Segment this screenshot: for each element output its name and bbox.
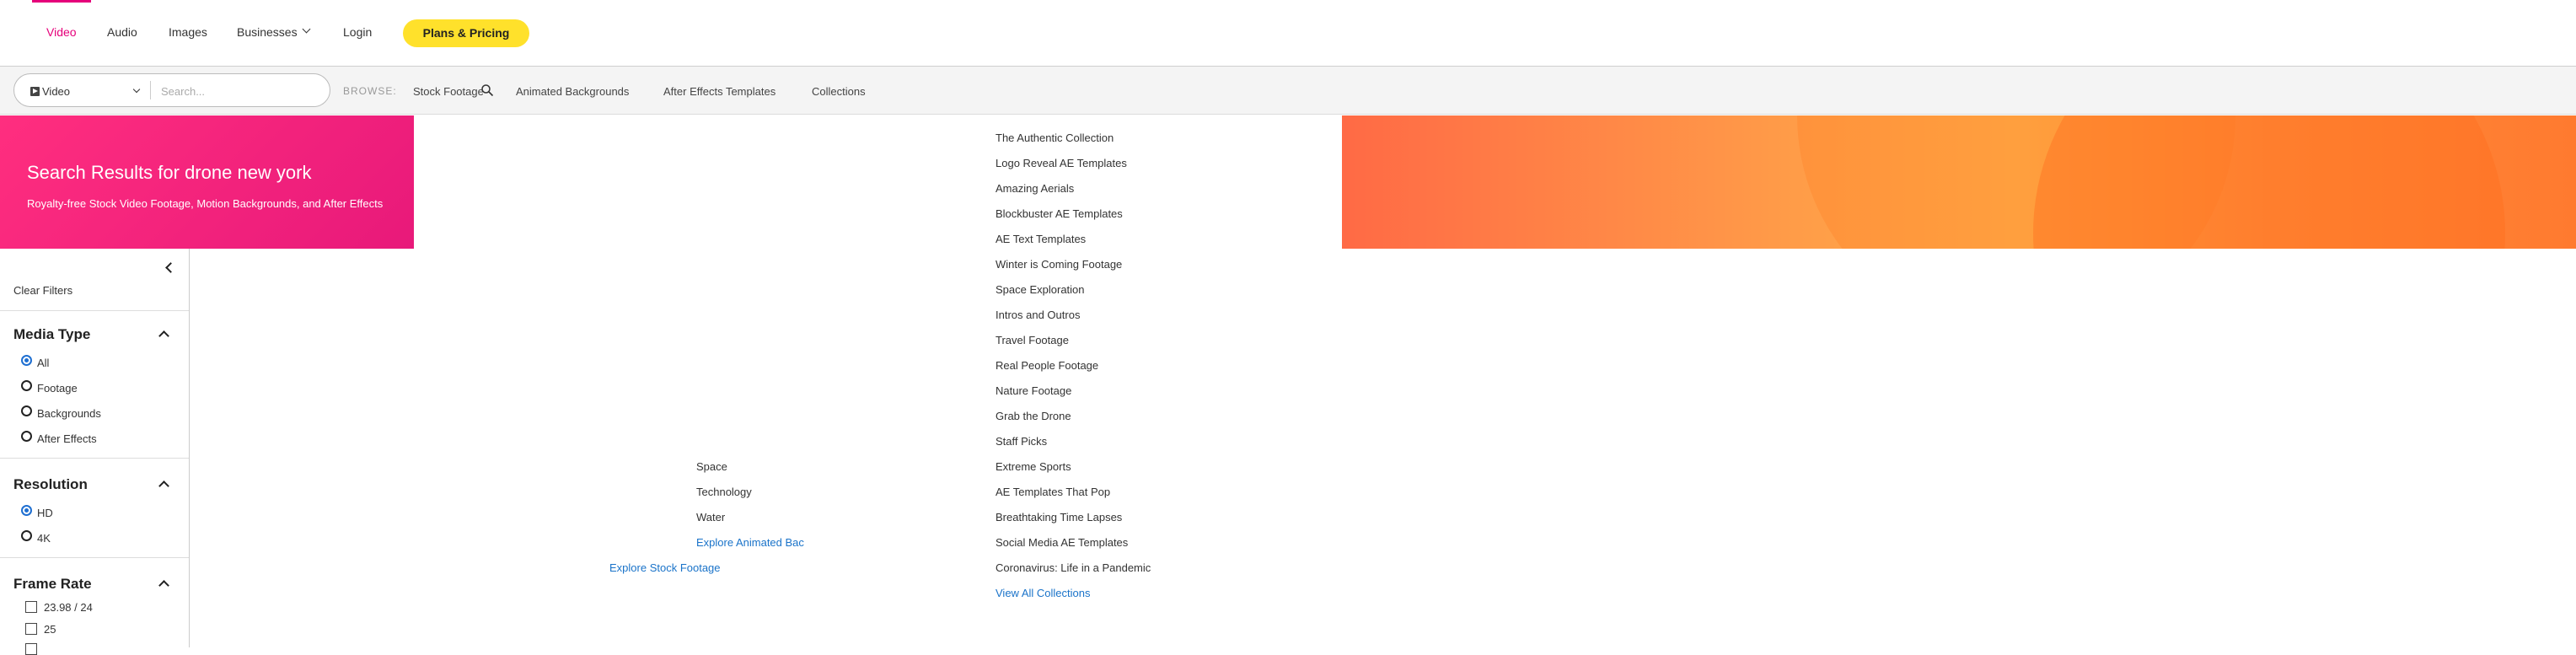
radio-label: HD bbox=[37, 507, 53, 519]
browse-label: BROWSE: bbox=[343, 85, 397, 97]
page-title: Search Results for drone new york bbox=[27, 162, 312, 183]
brand-accent-bar bbox=[32, 0, 91, 3]
filter-sidebar: Clear Filters Media Type All Footage Bac… bbox=[0, 249, 190, 655]
checkbox-25[interactable] bbox=[25, 623, 37, 635]
browse-stock-footage[interactable]: Stock Footage bbox=[413, 85, 484, 98]
page-subtitle: Royalty-free Stock Video Footage, Motion… bbox=[27, 197, 384, 210]
nav-businesses-label: Businesses bbox=[237, 25, 298, 39]
search-input[interactable] bbox=[159, 81, 323, 101]
view-all-collections-link[interactable]: View All Collections bbox=[996, 587, 1090, 599]
media-type-value: Video bbox=[42, 85, 71, 98]
collection-link[interactable]: Nature Footage bbox=[996, 384, 1071, 397]
radio-label: Backgrounds bbox=[37, 407, 101, 420]
chevron-left-icon[interactable] bbox=[165, 262, 176, 273]
menu-link-water[interactable]: Water bbox=[696, 511, 725, 523]
video-icon bbox=[30, 87, 40, 96]
collection-link[interactable]: Extreme Sports bbox=[996, 460, 1071, 473]
explore-backgrounds-link[interactable]: Explore Animated Bac bbox=[696, 536, 804, 549]
collection-link[interactable]: Blockbuster AE Templates bbox=[996, 207, 1123, 220]
checkbox-23-98[interactable] bbox=[25, 601, 37, 613]
radio-backgrounds[interactable] bbox=[21, 405, 32, 416]
pill-divider bbox=[150, 81, 151, 99]
radio-footage[interactable] bbox=[21, 380, 32, 391]
media-type-select[interactable]: Video bbox=[30, 85, 70, 98]
collection-link[interactable]: Real People Footage bbox=[996, 359, 1098, 372]
clear-filters-link[interactable]: Clear Filters bbox=[13, 284, 72, 297]
chevron-down-icon[interactable] bbox=[132, 85, 141, 94]
checkbox-label: 23.98 / 24 bbox=[44, 601, 93, 614]
collection-link[interactable]: AE Templates That Pop bbox=[996, 486, 1110, 498]
chevron-down-icon bbox=[302, 24, 311, 34]
radio-label: Footage bbox=[37, 382, 78, 395]
results-banner: Search Results for drone new york Royalt… bbox=[0, 115, 414, 249]
resolution-heading: Resolution bbox=[13, 476, 88, 492]
radio-hd[interactable] bbox=[21, 505, 32, 516]
chevron-up-icon[interactable] bbox=[158, 580, 169, 591]
collection-link[interactable]: Winter is Coming Footage bbox=[996, 258, 1122, 271]
nav-video[interactable]: Video bbox=[46, 25, 77, 39]
frame-rate-heading: Frame Rate bbox=[13, 576, 92, 592]
nav-businesses[interactable]: Businesses bbox=[237, 24, 311, 39]
radio-all[interactable] bbox=[21, 355, 32, 366]
menu-link-technology[interactable]: Technology bbox=[696, 486, 752, 498]
divider bbox=[0, 458, 189, 459]
collection-link[interactable]: Breathtaking Time Lapses bbox=[996, 511, 1122, 523]
collection-link[interactable]: The Authentic Collection bbox=[996, 132, 1114, 144]
radio-4k[interactable] bbox=[21, 530, 32, 541]
media-type-heading: Media Type bbox=[13, 326, 91, 342]
collection-link[interactable]: Coronavirus: Life in a Pandemic bbox=[996, 561, 1151, 574]
top-navigation: Video Audio Images Businesses Login Plan… bbox=[0, 0, 2576, 67]
collection-link[interactable]: Staff Picks bbox=[996, 435, 1047, 448]
nav-images[interactable]: Images bbox=[169, 25, 207, 39]
browse-after-effects-templates[interactable]: After Effects Templates bbox=[663, 85, 775, 98]
decorative-circle bbox=[2033, 115, 2505, 249]
chevron-up-icon[interactable] bbox=[158, 330, 169, 341]
radio-label: 4K bbox=[37, 532, 51, 545]
collection-link[interactable]: Logo Reveal AE Templates bbox=[996, 157, 1127, 169]
collection-link[interactable]: Intros and Outros bbox=[996, 309, 1080, 321]
nav-login[interactable]: Login bbox=[343, 25, 372, 39]
collection-link[interactable]: Grab the Drone bbox=[996, 410, 1071, 422]
browse-animated-backgrounds[interactable]: Animated Backgrounds bbox=[516, 85, 629, 98]
checkbox-label: 25 bbox=[44, 623, 56, 636]
plans-pricing-button[interactable]: Plans & Pricing bbox=[403, 19, 529, 47]
search-pill: Video bbox=[13, 73, 330, 107]
divider bbox=[0, 557, 189, 558]
nav-audio[interactable]: Audio bbox=[107, 25, 137, 39]
menu-link-space[interactable]: Space bbox=[696, 460, 727, 473]
browse-collections[interactable]: Collections bbox=[812, 85, 866, 98]
radio-label: After Effects bbox=[37, 432, 97, 445]
radio-after-effects[interactable] bbox=[21, 431, 32, 442]
collection-link[interactable]: Amazing Aerials bbox=[996, 182, 1074, 195]
search-bar: Video BROWSE: Stock Footage Animated Bac… bbox=[0, 67, 2576, 115]
explore-footage-link[interactable]: Explore Stock Footage bbox=[609, 561, 721, 574]
collection-link[interactable]: AE Text Templates bbox=[996, 233, 1086, 245]
decorative-banner bbox=[1342, 115, 2576, 249]
collection-link[interactable]: Travel Footage bbox=[996, 334, 1069, 346]
chevron-up-icon[interactable] bbox=[158, 481, 169, 491]
radio-label: All bbox=[37, 357, 50, 369]
collection-link[interactable]: Social Media AE Templates bbox=[996, 536, 1128, 549]
collection-link[interactable]: Space Exploration bbox=[996, 283, 1085, 296]
checkbox-next[interactable] bbox=[25, 643, 37, 655]
divider bbox=[0, 310, 189, 311]
search-icon[interactable] bbox=[480, 83, 494, 97]
